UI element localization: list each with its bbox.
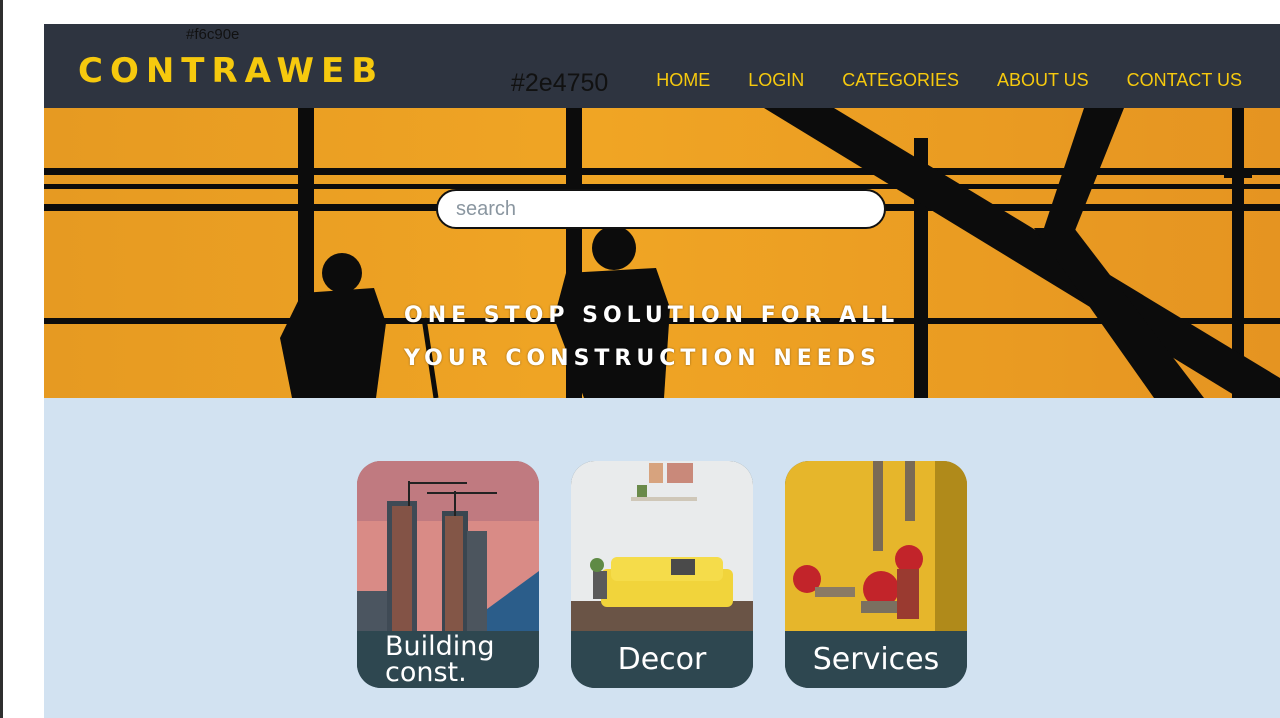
category-label-decor: Decor — [571, 631, 753, 688]
left-border — [0, 0, 3, 718]
search-input[interactable] — [436, 189, 886, 229]
nav-contact-link[interactable]: CONTACT US — [1127, 70, 1242, 91]
category-cards: Building const. Decor Services — [357, 461, 967, 688]
nav-about-link[interactable]: ABOUT US — [997, 70, 1089, 91]
nav-login-link[interactable]: LOGIN — [748, 70, 804, 91]
main-nav: HOME LOGIN CATEGORIES ABOUT US CONTACT U… — [656, 70, 1242, 91]
hero-banner: ONE STOP SOLUTION FOR ALL YOUR CONSTRUCT… — [44, 108, 1280, 398]
decor-sofa-image — [571, 461, 753, 631]
services-pipes-image — [785, 461, 967, 631]
category-label-building: Building const. — [357, 631, 539, 688]
hero-tagline-line1: ONE STOP SOLUTION FOR ALL — [404, 303, 900, 328]
nav-categories-link[interactable]: CATEGORIES — [842, 70, 959, 91]
color-annotation-dark: #2e4750 — [511, 69, 609, 97]
category-label-services: Services — [785, 631, 967, 688]
category-card-building[interactable]: Building const. — [357, 461, 539, 688]
nav-home-link[interactable]: HOME — [656, 70, 710, 91]
building-construction-image — [357, 461, 539, 631]
hero-tagline-line2: YOUR CONSTRUCTION NEEDS — [404, 346, 881, 371]
logo[interactable]: CONTRAWEB — [78, 54, 384, 88]
page: CONTRAWEB #2e4750 HOME LOGIN CATEGORIES … — [44, 24, 1280, 718]
hero-tagline: ONE STOP SOLUTION FOR ALL YOUR CONSTRUCT… — [404, 294, 964, 380]
category-card-services[interactable]: Services — [785, 461, 967, 688]
color-annotation-yellow: #f6c90e — [186, 26, 240, 43]
category-card-decor[interactable]: Decor — [571, 461, 753, 688]
